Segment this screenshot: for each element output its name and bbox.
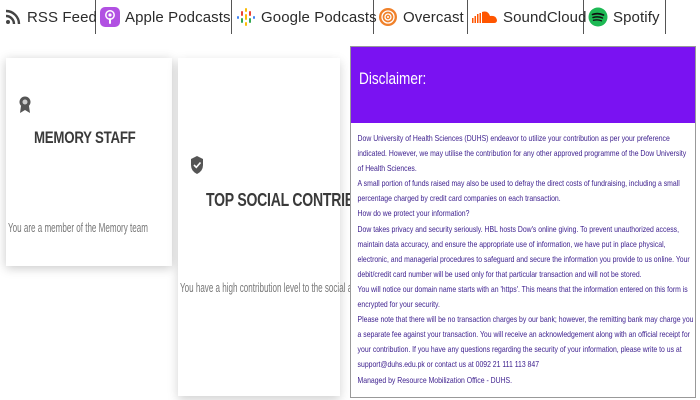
google-podcasts-link[interactable]: Google Podcasts [232, 0, 377, 34]
badge-card-top-social-contributor: TOP SOCIAL CONTRIBUTOR You have a high c… [178, 58, 394, 396]
apple-podcasts-label: Apple Podcasts [125, 8, 231, 26]
shield-check-icon [190, 156, 204, 174]
overcast-label: Overcast [403, 8, 464, 26]
podcast-links-bar: RSS Feed Apple Podcasts Google Podcasts [0, 0, 700, 34]
apple-podcasts-link[interactable]: Apple Podcasts [96, 0, 232, 34]
disclaimer-panel: Disclaimer: Dow University of Health Sci… [350, 46, 696, 398]
spotify-label: Spotify [613, 8, 660, 26]
disclaimer-body: Dow University of Health Sciences (DUHS)… [351, 123, 694, 388]
disclaimer-paragraph: Dow takes privacy and security seriously… [357, 223, 690, 279]
google-podcasts-label: Google Podcasts [261, 8, 377, 26]
rss-feed-link[interactable]: RSS Feed [0, 0, 97, 34]
disclaimer-header: Disclaimer: [351, 47, 695, 123]
spotify-link[interactable]: Spotify [584, 0, 666, 34]
soundcloud-link[interactable]: SoundCloud [468, 0, 587, 34]
badge-card-memory-staff: MEMORY STAFF You are a member of the Mem… [6, 58, 172, 266]
disclaimer-paragraph: Please note that there will be no transa… [357, 314, 694, 370]
disclaimer-paragraph: You will notice our domain name starts w… [357, 283, 688, 310]
overcast-icon [378, 6, 398, 28]
disclaimer-paragraph: A small portion of funds raised may also… [357, 178, 680, 204]
badge-description: You have a high contribution level to th… [180, 280, 376, 295]
rss-feed-label: RSS Feed [27, 8, 97, 26]
disclaimer-paragraph: Dow University of Health Sciences (DUHS)… [357, 133, 687, 174]
medal-icon [18, 96, 32, 114]
spotify-icon [588, 6, 608, 28]
soundcloud-icon [472, 6, 498, 28]
badge-title: MEMORY STAFF [34, 128, 136, 147]
disclaimer-paragraph: Managed by Resource Mobilization Office … [357, 374, 513, 385]
apple-podcasts-icon [100, 6, 120, 28]
google-podcasts-icon [236, 6, 256, 28]
badge-description: You are a member of the Memory team [8, 220, 148, 235]
soundcloud-label: SoundCloud [503, 8, 587, 26]
disclaimer-paragraph: How do we protect your information? [357, 208, 470, 219]
disclaimer-title: Disclaimer: [359, 69, 427, 88]
overcast-link[interactable]: Overcast [374, 0, 468, 34]
rss-icon [4, 6, 22, 28]
